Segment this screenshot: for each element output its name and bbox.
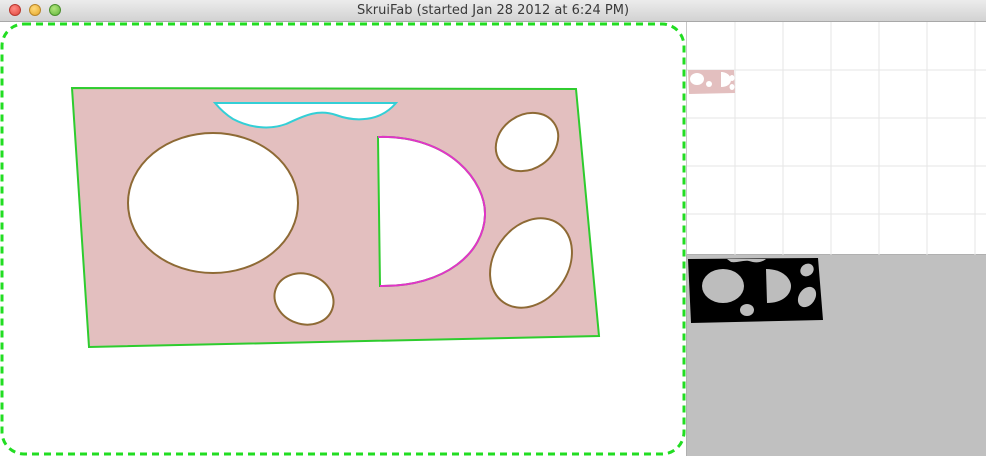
mask-preview [686, 255, 986, 456]
design-canvas[interactable] [0, 22, 686, 456]
mask-shape [688, 258, 823, 323]
window-title: SkruiFab (started Jan 28 2012 at 6:24 PM… [356, 3, 630, 18]
grid-lines [687, 22, 986, 255]
layout-grid-preview[interactable] [686, 22, 986, 255]
hole-large-oval[interactable] [127, 132, 299, 274]
title-bar[interactable]: SkruiFab (started Jan 28 2012 at 6:24 PM… [0, 0, 986, 22]
part-thumbnail[interactable] [688, 70, 735, 94]
